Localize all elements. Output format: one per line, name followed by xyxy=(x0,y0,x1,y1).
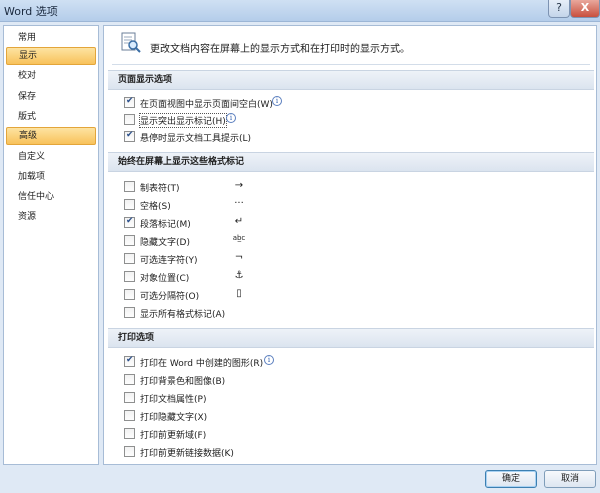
checkbox[interactable] xyxy=(124,392,135,403)
sidebar-item-proofing[interactable]: 校对 xyxy=(6,67,96,85)
hidden-text-icon: ab̲c xyxy=(232,234,246,242)
option-label: 打印在 Word 中创建的图形(R) xyxy=(140,359,264,369)
checkbox[interactable] xyxy=(124,374,135,385)
option-label: 打印前更新域(F) xyxy=(140,431,207,441)
checkbox[interactable] xyxy=(124,130,135,142)
option-label: 打印文档属性(P) xyxy=(140,395,207,405)
sidebar-item-display[interactable]: 显示 xyxy=(6,47,96,65)
checkbox[interactable] xyxy=(124,410,135,421)
option-label: 显示突出显示标记(H) xyxy=(139,113,227,128)
option-label: 打印隐藏文字(X) xyxy=(140,413,208,423)
option-label: 制表符(T) xyxy=(140,184,180,194)
checkbox[interactable] xyxy=(124,216,135,228)
sidebar-item-advanced[interactable]: 高级 xyxy=(6,127,96,145)
option-label: 隐藏文字(D) xyxy=(140,238,190,248)
checkbox[interactable] xyxy=(124,271,135,282)
paragraph-mark-icon: ↵ xyxy=(234,216,244,227)
option-label: 可选分隔符(O) xyxy=(140,292,200,302)
checkbox[interactable] xyxy=(124,114,135,125)
close-button[interactable]: X xyxy=(570,0,600,18)
cancel-button[interactable]: 取消 xyxy=(544,470,596,488)
checkbox[interactable] xyxy=(124,235,135,246)
info-icon[interactable]: i xyxy=(226,113,236,123)
divider xyxy=(112,64,590,65)
checkbox[interactable] xyxy=(124,307,135,318)
sidebar-item-typography[interactable]: 版式 xyxy=(6,108,96,126)
window-title: Word 选项 xyxy=(4,5,58,18)
option-label: 段落标记(M) xyxy=(140,220,191,230)
option-label: 空格(S) xyxy=(140,202,171,212)
option-label: 打印前更新链接数据(K) xyxy=(140,449,234,459)
hyphen-icon: ¬ xyxy=(234,252,244,263)
help-button[interactable]: ? xyxy=(548,0,570,18)
options-dialog: 常用 显示 校对 保存 版式 高级 自定义 加载项 信任中心 资源 更改文档内容… xyxy=(0,22,600,493)
section-header-page-display: 页面显示选项 xyxy=(108,70,594,90)
option-label: 在页面视图中显示页面间空白(W) xyxy=(140,100,273,110)
option-label: 对象位置(C) xyxy=(140,274,190,284)
sidebar: 常用 显示 校对 保存 版式 高级 自定义 加载项 信任中心 资源 xyxy=(3,25,99,465)
checkbox[interactable] xyxy=(124,96,135,108)
intro-description: 更改文档内容在屏幕上的显示方式和在打印时的显示方式。 xyxy=(150,44,410,55)
checkbox[interactable] xyxy=(124,289,135,300)
sidebar-item-common[interactable]: 常用 xyxy=(6,29,96,47)
tab-arrow-icon: → xyxy=(234,180,244,191)
option-label: 悬停时显示文档工具提示(L) xyxy=(140,134,252,144)
checkbox[interactable] xyxy=(124,253,135,264)
option-label: 打印背景色和图像(B) xyxy=(140,377,226,387)
checkbox[interactable] xyxy=(124,199,135,210)
sidebar-item-customize[interactable]: 自定义 xyxy=(6,148,96,166)
option-label: 可选连字符(Y) xyxy=(140,256,198,266)
break-icon: ▯ xyxy=(236,288,242,299)
checkbox[interactable] xyxy=(124,446,135,457)
anchor-icon: ⚓ xyxy=(234,270,244,281)
ok-button[interactable]: 确定 xyxy=(485,470,537,488)
sidebar-item-addins[interactable]: 加载项 xyxy=(6,168,96,186)
section-header-print: 打印选项 xyxy=(108,328,594,348)
checkbox[interactable] xyxy=(124,428,135,439)
sidebar-item-save[interactable]: 保存 xyxy=(6,88,96,106)
checkbox[interactable] xyxy=(124,181,135,192)
content-panel: 更改文档内容在屏幕上的显示方式和在打印时的显示方式。 页面显示选项 在页面视图中… xyxy=(103,25,597,465)
sidebar-item-trust-center[interactable]: 信任中心 xyxy=(6,188,96,206)
checkbox[interactable] xyxy=(124,355,135,367)
sidebar-item-resources[interactable]: 资源 xyxy=(6,208,96,226)
section-header-format-marks: 始终在屏幕上显示这些格式标记 xyxy=(108,152,594,172)
title-bar: Word 选项 ? X xyxy=(0,0,600,22)
option-label: 显示所有格式标记(A) xyxy=(140,310,226,320)
space-dots-icon: ··· xyxy=(234,198,244,209)
info-icon[interactable]: i xyxy=(264,355,274,365)
info-icon[interactable]: i xyxy=(272,96,282,106)
document-magnifier-icon xyxy=(121,32,141,53)
